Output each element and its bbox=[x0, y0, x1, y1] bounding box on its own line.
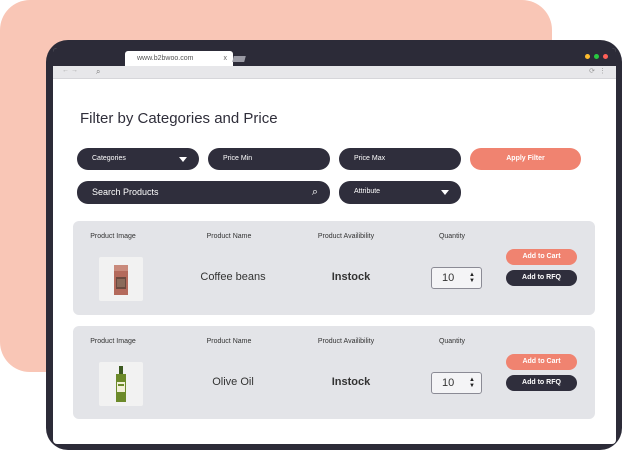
quantity-stepper[interactable]: 10 ▲ ▼ bbox=[431, 267, 482, 289]
apply-filter-button[interactable]: Apply Filter bbox=[470, 148, 581, 170]
product-row: Product Image Product Name Product Avail… bbox=[73, 221, 595, 315]
chevron-down-icon bbox=[179, 157, 187, 162]
attribute-dropdown[interactable]: Attribute bbox=[339, 181, 461, 204]
product-name: Olive Oil bbox=[212, 376, 254, 388]
close-dot-icon[interactable] bbox=[603, 54, 608, 59]
column-header-quantity: Quantity bbox=[438, 233, 466, 240]
product-availability: Instock bbox=[331, 271, 371, 283]
nav-arrows-icon[interactable]: ←→ bbox=[62, 67, 80, 74]
column-header-quantity: Quantity bbox=[438, 338, 466, 345]
attribute-label: Attribute bbox=[354, 188, 381, 195]
coffee-bag-icon bbox=[99, 257, 143, 301]
column-header-image: Product Image bbox=[90, 233, 136, 240]
window-controls bbox=[585, 54, 608, 59]
tab-close-icon[interactable]: x bbox=[224, 51, 228, 66]
categories-dropdown[interactable]: Categories bbox=[77, 148, 199, 170]
column-header-name: Product Name bbox=[206, 233, 252, 240]
product-availability: Instock bbox=[331, 376, 371, 388]
column-header-name: Product Name bbox=[206, 338, 252, 345]
browser-menu-icon[interactable]: ⟳⋮ bbox=[589, 67, 610, 75]
add-to-rfq-button[interactable]: Add to RFQ bbox=[506, 270, 577, 286]
price-max-input[interactable]: Price Max bbox=[339, 148, 461, 170]
stepper-arrows-icon[interactable]: ▲ ▼ bbox=[469, 377, 475, 389]
page-title: Filter by Categories and Price bbox=[80, 110, 278, 127]
search-icon[interactable]: ⌕ bbox=[312, 181, 318, 203]
search-icon: ⌕ bbox=[96, 67, 101, 76]
quantity-stepper[interactable]: 10 ▲ ▼ bbox=[431, 372, 482, 394]
add-to-rfq-button[interactable]: Add to RFQ bbox=[506, 375, 577, 391]
column-header-availability: Product Availibility bbox=[317, 338, 375, 345]
price-min-input[interactable]: Price Min bbox=[208, 148, 330, 170]
tab-title: www.b2bwoo.com bbox=[137, 55, 194, 62]
price-max-placeholder: Price Max bbox=[354, 155, 386, 162]
chevron-down-icon bbox=[441, 190, 449, 195]
stepper-arrows-icon[interactable]: ▲ ▼ bbox=[469, 272, 475, 284]
browser-window: www.b2bwoo.com x ←→ ⌕ ⟳⋮ Filter by Categ… bbox=[53, 48, 616, 444]
product-row: Product Image Product Name Product Avail… bbox=[73, 326, 595, 419]
olive-oil-bottle-icon bbox=[99, 362, 143, 406]
quantity-value: 10 bbox=[442, 377, 455, 389]
address-bar[interactable]: ←→ ⌕ ⟳⋮ bbox=[53, 66, 616, 79]
add-to-cart-button[interactable]: Add to Cart bbox=[506, 354, 577, 370]
categories-label: Categories bbox=[92, 155, 126, 162]
search-input[interactable]: Search Products ⌕ bbox=[77, 181, 330, 204]
new-tab-icon[interactable] bbox=[232, 56, 246, 62]
search-placeholder: Search Products bbox=[92, 187, 159, 197]
price-min-placeholder: Price Min bbox=[223, 155, 253, 162]
browser-tab[interactable]: www.b2bwoo.com x bbox=[125, 51, 233, 66]
product-name: Coffee beans bbox=[200, 271, 266, 283]
tab-bar: www.b2bwoo.com x bbox=[53, 48, 616, 66]
minimize-dot-icon[interactable] bbox=[585, 54, 590, 59]
maximize-dot-icon[interactable] bbox=[594, 54, 599, 59]
quantity-value: 10 bbox=[442, 272, 455, 284]
column-header-availability: Product Availibility bbox=[317, 233, 375, 240]
column-header-image: Product Image bbox=[90, 338, 136, 345]
add-to-cart-button[interactable]: Add to Cart bbox=[506, 249, 577, 265]
